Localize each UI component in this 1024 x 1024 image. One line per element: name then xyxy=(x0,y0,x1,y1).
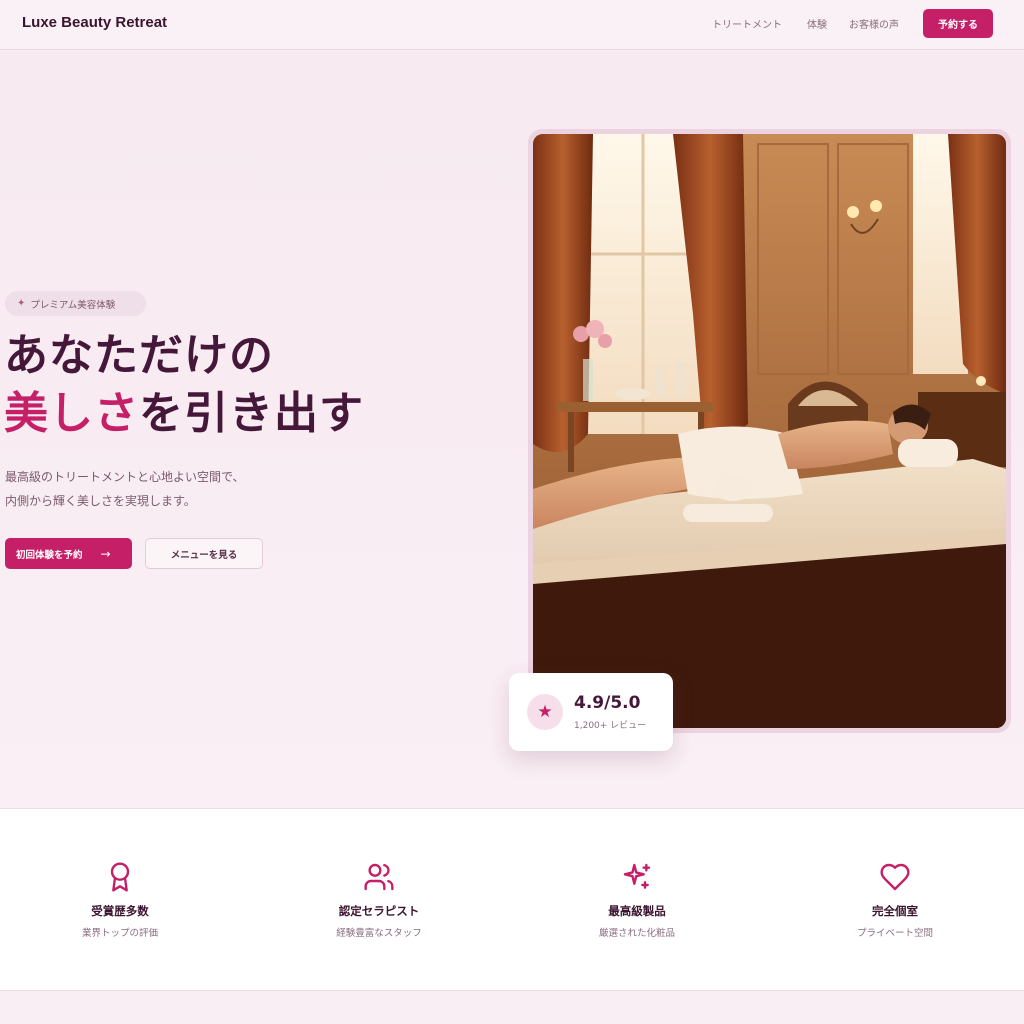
feature-subtitle: 厳選された化粧品 xyxy=(598,928,675,939)
feature-products: 最高級製品 厳選された化粧品 xyxy=(537,861,737,939)
sparkles-icon: ✦ xyxy=(17,298,26,309)
feature-awards: 受賞歴多数 業界トップの評価 xyxy=(20,861,220,939)
badge-label: プレミアム美容体験 xyxy=(30,299,116,311)
nav-link-testimonials[interactable]: お客様の声 xyxy=(849,16,899,31)
hero-image-frame xyxy=(528,129,1011,733)
book-trial-button[interactable]: 初回体験を予約 → xyxy=(5,538,132,569)
site-header: Luxe Beauty Retreat トリートメント 体験 お客様の声 予約す… xyxy=(0,0,1024,50)
headline-rest: を引き出す xyxy=(139,388,364,439)
book-trial-label: 初回体験を予約 xyxy=(16,549,83,561)
heart-icon xyxy=(880,863,910,891)
view-menu-button[interactable]: メニューを見る xyxy=(145,538,263,569)
arrow-right-icon: → xyxy=(100,546,111,561)
headline-line-2: 美しさを引き出す xyxy=(4,385,364,443)
sparkles-icon xyxy=(623,863,651,889)
hero-headline: あなただけの 美しさを引き出す xyxy=(4,327,364,443)
feature-title: 認定セラピスト xyxy=(338,904,420,918)
spa-room-photo xyxy=(533,134,1006,728)
features-section: 受賞歴多数 業界トップの評価 認定セラピスト 経験豊富なスタッフ 最高級製品 厳… xyxy=(0,808,1024,991)
review-count: 1,200+ レビュー xyxy=(574,721,647,731)
headline-line-1: あなただけの xyxy=(4,330,274,381)
feature-subtitle: 経験豊富なスタッフ xyxy=(336,928,422,939)
feature-therapists: 認定セラピスト 経験豊富なスタッフ xyxy=(279,861,479,939)
nav-link-treatments[interactable]: トリートメント xyxy=(712,16,782,31)
feature-title: 完全個室 xyxy=(872,904,918,918)
premium-badge: ✦ プレミアム美容体験 xyxy=(5,291,146,316)
brand-logo[interactable]: Luxe Beauty Retreat xyxy=(22,14,167,31)
rating-card: ★ 4.9/5.0 1,200+ レビュー xyxy=(509,673,673,751)
users-icon xyxy=(364,863,394,891)
feature-subtitle: 業界トップの評価 xyxy=(81,928,158,939)
desc-line-1: 最高級のトリートメントと心地よい空間で、 xyxy=(5,470,245,484)
book-button[interactable]: 予約する xyxy=(923,9,993,38)
feature-private-room: 完全個室 プライベート空間 xyxy=(795,861,995,939)
desc-line-2: 内側から輝く美しさを実現します。 xyxy=(5,494,196,508)
headline-accent: 美しさ xyxy=(4,388,139,439)
next-section xyxy=(0,992,1024,1024)
star-icon: ★ xyxy=(527,694,563,730)
feature-subtitle: プライベート空間 xyxy=(856,928,933,939)
award-icon xyxy=(110,862,130,892)
feature-title: 最高級製品 xyxy=(608,904,666,918)
hero-description: 最高級のトリートメントと心地よい空間で、 内側から輝く美しさを実現します。 xyxy=(5,465,245,513)
feature-title: 受賞歴多数 xyxy=(91,904,149,918)
nav-link-experience[interactable]: 体験 xyxy=(807,16,827,31)
rating-value: 4.9/5.0 xyxy=(574,693,641,713)
